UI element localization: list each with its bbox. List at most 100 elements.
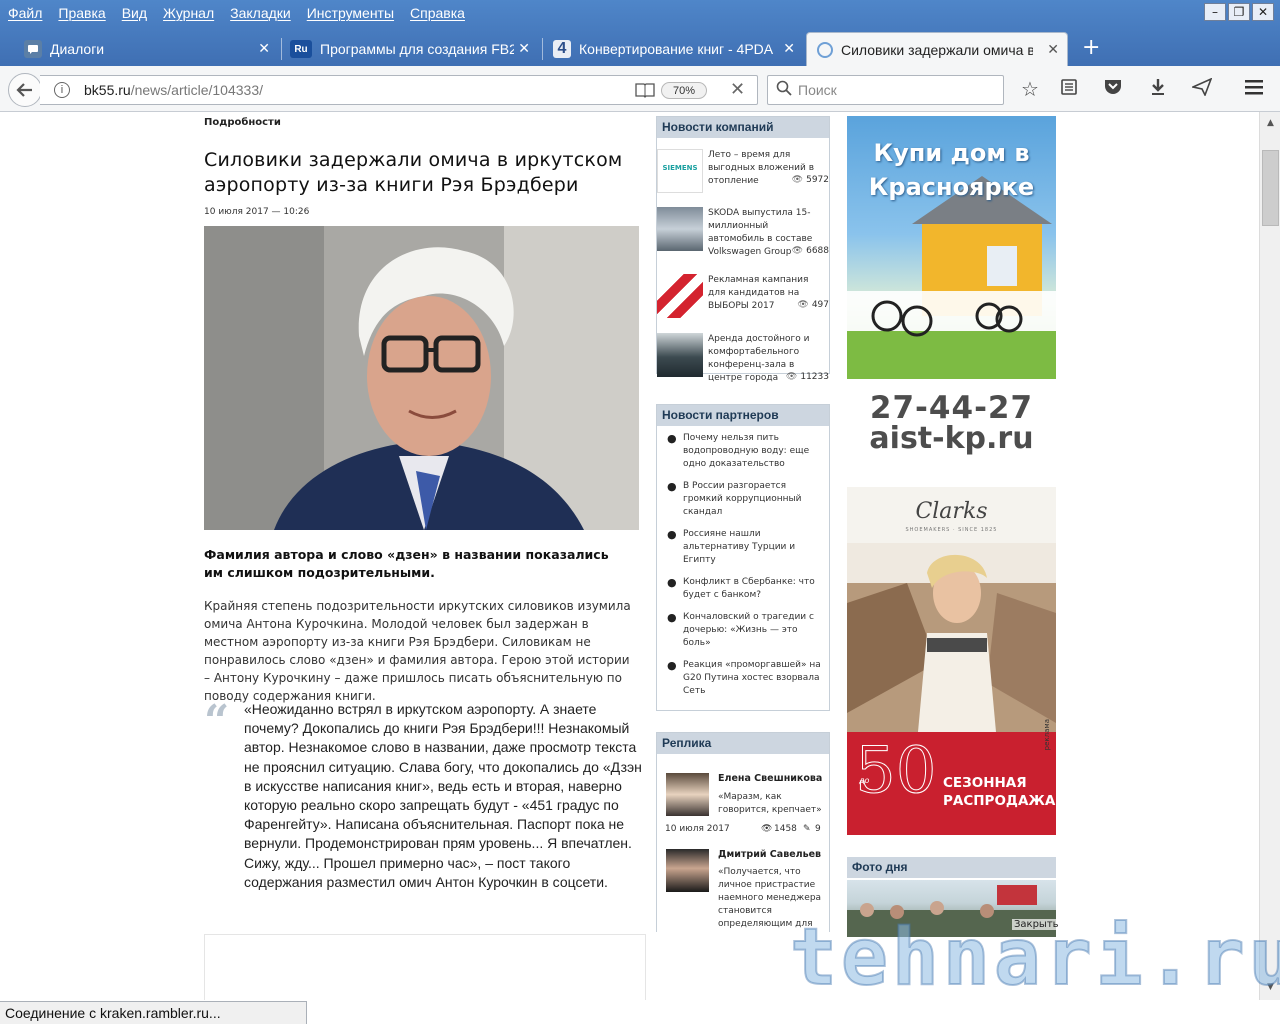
send-icon[interactable] [1190,77,1214,101]
eye-icon: 👁 [761,824,773,834]
ad-clarks-banner[interactable]: Clarks SHOEMAKERS · SINCE 1825 50 до СЕЗ… [847,487,1056,835]
zoom-level-badge[interactable]: 70% [661,82,707,99]
bullet-icon: ● [667,528,677,541]
tab-dialogs[interactable]: Диалоги ✕ [24,32,278,66]
new-tab-button[interactable]: + [1082,34,1100,62]
replica-item[interactable]: Елена Свешникова «Маразм, как говорится,… [657,765,829,845]
ad-clarks-logo: Clarks [915,499,988,524]
replica-author: Елена Свешникова [718,773,823,784]
navigation-bar: i bk55.ru/news/article/104333/ 70% ✕ Пои… [0,66,1280,112]
tab-separator [281,38,282,60]
back-button[interactable] [8,73,42,107]
article-title: Силовики задержали омича в иркутском аэр… [204,149,623,196]
url-text[interactable]: bk55.ru/news/article/104333/ [84,82,263,98]
company-news-item[interactable]: Рекламная кампания для кандидатов на ВЫБ… [657,274,829,328]
tab-close-icon[interactable]: ✕ [1047,41,1059,58]
replica-author: Дмитрий Савельев [718,849,822,860]
hamburger-menu-icon[interactable] [1242,77,1266,101]
status-bar: Соединение с kraken.rambler.ru... [0,1000,1280,1024]
vertical-scrollbar[interactable]: ▲ ▼ [1259,112,1280,1000]
stop-loading-icon[interactable]: ✕ [730,79,745,100]
company-news-item[interactable]: SKODA выпустила 15-миллионный автомобиль… [657,207,829,261]
partner-news-item[interactable]: ● Почему нельзя пить водопроводную воду: … [663,432,823,471]
search-bar[interactable]: Поиск [767,75,1004,105]
tab-4pda[interactable]: 4 Конвертирование книг - 4PDA ✕ [553,32,803,66]
article-date: 10 июля 2017 — 10:26 [204,207,310,217]
menu-bookmarks[interactable]: Закладки [222,2,299,24]
partner-news-header[interactable]: Новости партнеров [657,405,829,426]
partner-news-item[interactable]: ● Кончаловский о трагедии с дочерью: «Жиз… [663,611,823,650]
view-count-value: 5972 [806,175,829,185]
company-news-block: Новости компаний SIEMENS Лето – время дл… [656,116,830,383]
partner-news-text: Почему нельзя пить водопроводную воду: е… [683,433,810,469]
tab-title: Диалоги [50,41,105,57]
menu-view[interactable]: Вид [114,2,155,24]
vk-icon [24,40,42,58]
url-path: /news/article/104333/ [130,82,264,98]
ad-clarks-image [847,543,1056,743]
menu-history[interactable]: Журнал [155,2,222,24]
url-domain: bk55.ru [84,82,131,98]
company-news-item[interactable]: SIEMENS Лето – время для выгодных вложен… [657,149,829,203]
replica-header[interactable]: Реплика [657,733,829,754]
window-titlebar: Файл Правка Вид Журнал Закладки Инструме… [0,0,1280,66]
company-thumbnail: SIEMENS [657,149,703,193]
partner-news-item[interactable]: ● Конфликт в Сбербанке: что будет с банко… [663,576,823,602]
menu-edit[interactable]: Правка [50,2,113,24]
menu-file[interactable]: Файл [0,2,50,24]
tab-active-article[interactable]: Силовики задержали омича в ✕ [806,32,1068,66]
status-text: Соединение с kraken.rambler.ru... [0,1001,307,1024]
tab-close-icon[interactable]: ✕ [258,40,270,57]
partner-news-item[interactable]: ● Россияне нашли альтернативу Турции и Ег… [663,528,823,567]
restore-button[interactable]: ❐ [1228,3,1250,21]
ad-placeholder [204,934,646,1000]
minimize-button[interactable]: – [1204,3,1226,21]
eye-icon: 👁 [791,175,804,185]
scroll-thumb[interactable] [1262,150,1279,226]
replica-block: Реплика Елена Свешникова «Маразм, как го… [656,732,830,932]
company-thumbnail [657,207,703,251]
ad-house-banner[interactable]: Купи дом в Красноярке 27-44-27 aist-kp.r… [847,116,1056,464]
tab-close-icon[interactable]: ✕ [518,40,530,57]
pocket-icon[interactable] [1101,77,1125,101]
view-count: 👁 11233 [786,372,829,382]
tab-close-icon[interactable]: ✕ [783,40,795,57]
partner-news-text: В России разгорается громкий коррупционн… [683,481,802,517]
article-photo [204,226,639,530]
ad-clarks-tagline: SHOEMAKERS · SINCE 1825 [905,527,998,533]
company-news-header[interactable]: Новости компаний [657,117,829,138]
tab-title: Силовики задержали омича в [841,41,1033,58]
partner-news-item[interactable]: ● Реакция «проморгавшей» на G20 Путина хо… [663,659,823,698]
company-thumbnail [657,274,703,318]
reader-view-icon[interactable] [635,82,655,101]
site-info-icon[interactable]: i [54,82,70,98]
download-icon[interactable] [1146,77,1170,101]
bullet-icon: ● [667,576,677,589]
view-count: 👁 497 [797,300,829,310]
company-news-item[interactable]: Аренда достойного и комфортабельного кон… [657,333,829,387]
ad-clarks-sale-banner: 50 до СЕЗОННАЯ РАСПРОДАЖА [847,732,1056,835]
tab-title: Программы для создания FB2 [320,41,514,57]
menu-tools[interactable]: Инструменты [299,2,402,24]
window-controls: – ❐ ✕ [1204,3,1274,21]
partner-news-item[interactable]: ● В России разгорается громкий коррупцион… [663,480,823,519]
photo-of-day-header[interactable]: Фото дня [847,857,1056,878]
view-count-value: 6688 [806,246,829,256]
bookmarks-list-icon[interactable] [1057,77,1081,101]
comment-icon: ✎ [803,824,811,834]
replica-quote: «Маразм, как говорится, крепчает» [718,792,822,815]
url-bar[interactable]: i bk55.ru/news/article/104333/ 70% ✕ [40,75,758,105]
tab-fb2[interactable]: Ru Программы для создания FB2 ✕ [290,32,538,66]
menu-bar: Файл Правка Вид Журнал Закладки Инструме… [0,2,473,24]
loading-icon [817,41,833,58]
scroll-up-icon[interactable]: ▲ [1263,116,1278,131]
close-window-button[interactable]: ✕ [1252,3,1274,21]
replica-views: 1458 [774,824,797,834]
bookmark-star-icon[interactable]: ☆ [1018,77,1042,101]
partner-news-text: Кончаловский о трагедии с дочерью: «Жизн… [683,612,814,648]
bullet-icon: ● [667,432,677,445]
replica-meta: 10 июля 2017 👁 1458 ✎ 9 [665,824,825,834]
menu-help[interactable]: Справка [402,2,473,24]
bullet-icon: ● [667,611,677,624]
partner-news-list: ● Почему нельзя пить водопроводную воду: … [657,426,829,698]
